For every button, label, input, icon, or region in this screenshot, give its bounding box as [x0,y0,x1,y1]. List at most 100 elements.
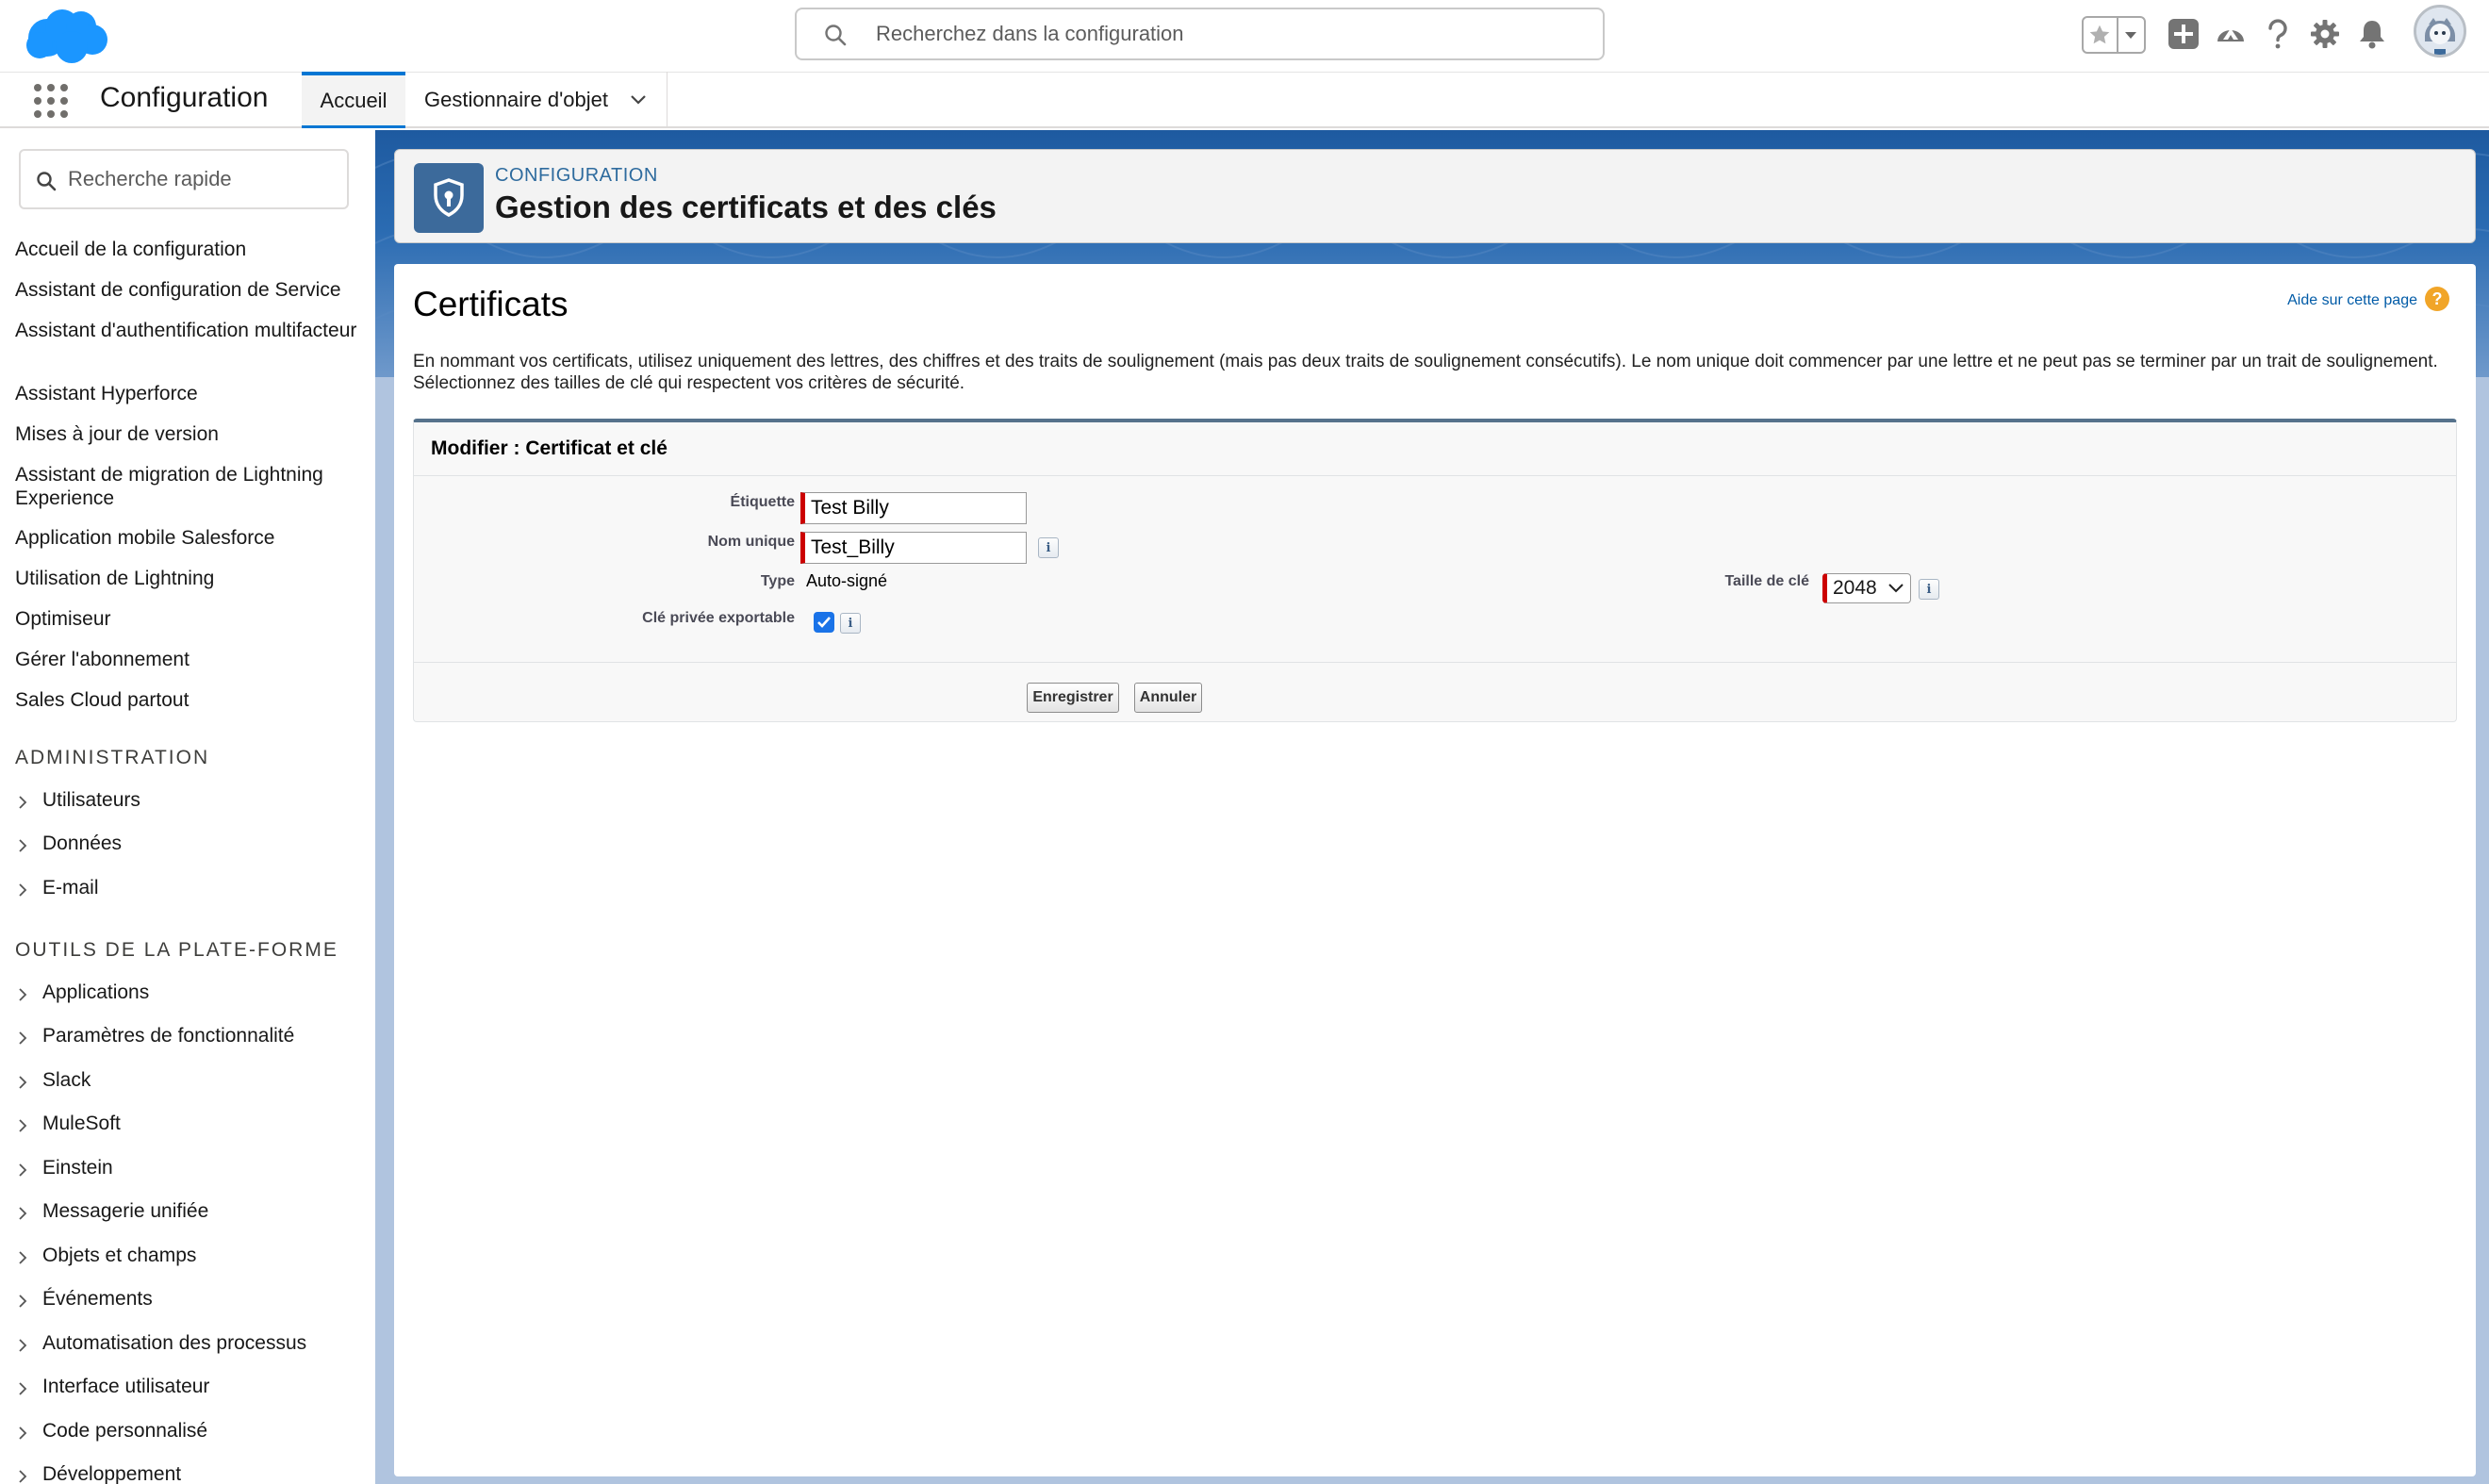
sidebar-group-user-interface[interactable]: Interface utilisateur [15,1376,209,1398]
sidebar-group-label: Code personnalisé [42,1420,208,1442]
chevron-right-icon [19,1207,27,1220]
sidebar-group-einstein[interactable]: Einstein [15,1157,113,1179]
sidebar-group-mulesoft[interactable]: MuleSoft [15,1113,121,1135]
chevron-right-icon [19,839,27,852]
favorite-star-icon[interactable] [2084,18,2118,52]
exportable-key-checkbox[interactable] [814,612,834,633]
cancel-button[interactable]: Annuler [1134,683,1202,713]
notification-bell-icon[interactable] [2351,13,2393,55]
divider [414,662,2456,663]
search-icon [825,25,847,46]
sidebar-group-label: E-mail [42,877,99,899]
quick-find-box[interactable] [19,149,349,209]
sidebar-group-slack[interactable]: Slack [15,1069,91,1092]
intro-description: En nommant vos certificats, utilisez uni… [413,352,2438,393]
global-search-input[interactable] [876,15,1574,53]
sidebar-link-sales-cloud[interactable]: Sales Cloud partout [15,688,364,712]
chevron-down-icon[interactable] [629,91,648,109]
unique-name-info-icon[interactable]: i [1038,537,1059,558]
add-icon[interactable] [2163,13,2204,55]
sidebar-link-hyperforce[interactable]: Assistant Hyperforce [15,382,364,405]
key-size-info-icon[interactable]: i [1919,579,1939,600]
main-content-card: Certificats Aide sur cette page ? En nom… [394,264,2476,1476]
sidebar-group-label: Utilisateurs [42,789,140,811]
chevron-right-icon [19,1251,27,1264]
help-question-icon[interactable]: ? [2425,287,2449,311]
sidebar-group-label: MuleSoft [42,1113,121,1134]
key-size-select[interactable]: 2048 [1822,573,1911,603]
exportable-key-field-label: Clé privée exportable [642,610,795,626]
setup-gear-icon[interactable] [2304,13,2346,55]
exportable-key-info-icon[interactable]: i [840,613,861,634]
tab-object-manager-label: Gestionnaire d'objet [424,88,608,111]
sidebar-link-setup-home[interactable]: Accueil de la configuration [15,238,364,261]
sidebar-group-label: Applications [42,981,150,1003]
sidebar-group-unified-messaging[interactable]: Messagerie unifiée [15,1200,208,1223]
sidebar-link-service-setup[interactable]: Assistant de configuration de Service [15,278,364,302]
favorites-group [2082,16,2146,54]
help-for-page-link[interactable]: Aide sur cette page [2287,292,2417,309]
sidebar-group-label: Slack [42,1069,91,1091]
sidebar-group-label: Automatisation des processus [42,1332,307,1354]
sidebar-group-data[interactable]: Données [15,833,122,855]
chevron-right-icon [19,1426,27,1440]
sidebar-link-mfa-assistant[interactable]: Assistant d'authentification multifacteu… [15,319,364,342]
setup-sidebar: Accueil de la configuration Assistant de… [0,130,375,1484]
sidebar-group-objects-fields[interactable]: Objets et champs [15,1245,196,1267]
sidebar-group-development[interactable]: Développement [15,1463,181,1484]
sidebar-group-events[interactable]: Événements [15,1288,153,1311]
sidebar-link-lightning-usage[interactable]: Utilisation de Lightning [15,567,364,590]
sidebar-group-label: Développement [42,1463,182,1484]
unique-name-input[interactable] [800,532,1027,564]
save-button[interactable]: Enregistrer [1027,683,1119,713]
chevron-right-icon [19,883,27,897]
sidebar-group-label: Paramètres de fonctionnalité [42,1025,295,1047]
page-header: CONFIGURATION Gestion des certificats et… [394,149,2476,243]
form-title: Modifier : Certificat et clé [431,437,668,459]
sidebar-group-email[interactable]: E-mail [15,877,99,899]
sidebar-group-label: Données [42,833,123,854]
sidebar-group-users[interactable]: Utilisateurs [15,789,140,812]
app-launcher-icon[interactable] [34,84,68,118]
salesforce-logo[interactable] [19,4,113,68]
chevron-right-icon [19,1119,27,1132]
chevron-right-icon [19,1339,27,1352]
sidebar-group-label: Événements [42,1288,153,1310]
chevron-right-icon [19,796,27,809]
sidebar-group-label: Objets et champs [42,1245,197,1266]
sidebar-group-feature-settings[interactable]: Paramètres de fonctionnalité [15,1025,294,1047]
chevron-right-icon [19,1076,27,1089]
chevron-down-icon [1888,584,1904,593]
sidebar-link-manage-subscription[interactable]: Gérer l'abonnement [15,648,364,671]
sidebar-link-mobile-app[interactable]: Application mobile Salesforce [15,526,364,550]
help-icon[interactable] [2257,13,2299,55]
quick-find-input[interactable] [68,160,332,198]
tab-home[interactable]: Accueil [302,72,405,128]
label-field-label: Étiquette [730,494,795,510]
tab-object-manager[interactable]: Gestionnaire d'objet [405,72,668,128]
trailhead-icon[interactable] [2210,13,2251,55]
section-title: Certificats [413,285,569,323]
favorite-dropdown-icon[interactable] [2118,18,2144,52]
sidebar-group-custom-code[interactable]: Code personnalisé [15,1420,207,1443]
chevron-right-icon [19,1382,27,1395]
key-size-value: 2048 [1833,577,1877,599]
user-avatar[interactable] [2414,5,2466,58]
checkmark-icon [817,617,831,628]
label-input[interactable] [800,492,1027,524]
sidebar-heading-administration: ADMINISTRATION [15,747,210,768]
sidebar-link-optimizer[interactable]: Optimiseur [15,607,364,631]
sidebar-group-apps[interactable]: Applications [15,981,149,1004]
app-navigation-bar: Configuration Accueil Gestionnaire d'obj… [0,72,2489,128]
chevron-right-icon [19,1294,27,1308]
type-value: Auto-signé [806,571,888,590]
sidebar-group-process-automation[interactable]: Automatisation des processus [15,1332,306,1355]
sidebar-link-release-updates[interactable]: Mises à jour de version [15,422,364,446]
page-header-subtitle: CONFIGURATION [495,165,658,186]
global-search-box[interactable] [795,8,1605,60]
chevron-right-icon [19,1031,27,1045]
sidebar-link-lightning-migration[interactable]: Assistant de migration de Lightning Expe… [15,463,364,510]
divider [414,475,2456,476]
key-size-field-label: Taille de clé [1724,573,1809,589]
unique-name-field-label: Nom unique [707,534,795,550]
